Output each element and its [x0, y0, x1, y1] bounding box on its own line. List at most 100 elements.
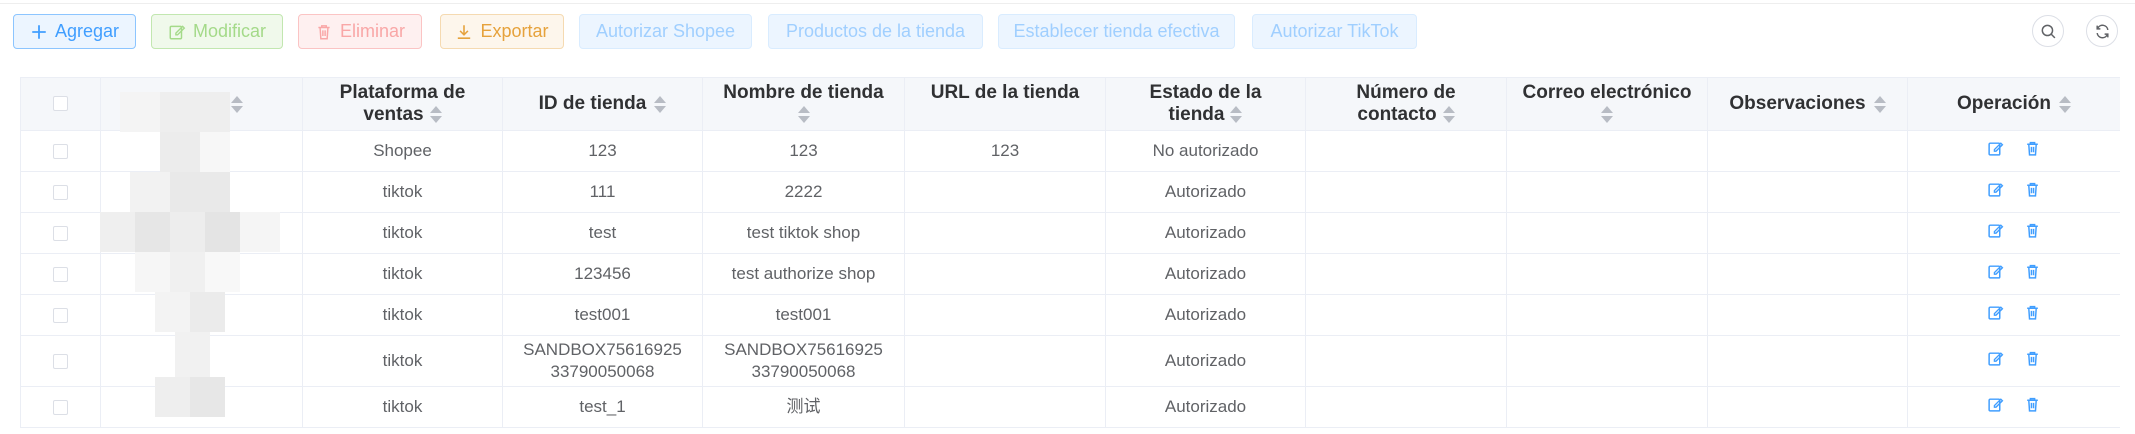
notes-cell: [1707, 253, 1908, 295]
header-client[interactable]: Cliente: [100, 77, 303, 131]
header-store-name[interactable]: Nombre de tienda: [702, 77, 905, 131]
store-status-value: Autorizado: [1164, 182, 1247, 201]
header-operation[interactable]: Operación: [1907, 77, 2120, 131]
modify-button[interactable]: Modificar: [151, 14, 283, 49]
sort-icon[interactable]: [2058, 95, 2071, 113]
header-store-url[interactable]: URL de la tienda: [904, 77, 1106, 131]
refresh-button[interactable]: [2086, 15, 2118, 47]
notes-cell: [1707, 386, 1908, 428]
row-checkbox[interactable]: [53, 226, 68, 242]
client-cell: [100, 171, 303, 213]
table-row[interactable]: tiktok test_1 测试 Autorizado: [20, 386, 2120, 428]
sort-icon[interactable]: [1601, 106, 1613, 124]
set-effective-store-button[interactable]: Establecer tienda efectiva: [998, 14, 1235, 49]
email-cell: [1506, 130, 1708, 172]
store-url-cell: [904, 253, 1106, 295]
table-row[interactable]: tiktok SANDBOX75616925 33790050068 SANDBOX7…: [20, 335, 2120, 387]
trash-icon[interactable]: [2024, 140, 2041, 157]
row-checkbox[interactable]: [53, 308, 68, 324]
header-store-status[interactable]: Estado de la tienda: [1105, 77, 1306, 131]
trash-icon[interactable]: [2024, 304, 2041, 321]
row-delete-button[interactable]: [2024, 396, 2041, 419]
authorize-tiktok-button[interactable]: Autorizar TikTok: [1252, 14, 1417, 49]
sort-icon[interactable]: [1873, 95, 1886, 113]
header-client-label: Cliente: [159, 93, 224, 114]
edit-icon[interactable]: [1987, 140, 2004, 157]
row-delete-button[interactable]: [2024, 350, 2041, 373]
sort-icon[interactable]: [797, 106, 810, 124]
contact-cell: [1305, 253, 1507, 295]
add-button-label: Agregar: [54, 21, 120, 41]
row-delete-button[interactable]: [2024, 222, 2041, 245]
row-edit-button[interactable]: [1987, 350, 2004, 373]
header-store-id[interactable]: ID de tienda: [502, 77, 703, 131]
sort-icon[interactable]: [1442, 106, 1455, 124]
edit-icon[interactable]: [1987, 222, 2004, 239]
notes-cell: [1707, 171, 1908, 213]
header-store-url-label: URL de la tienda: [930, 82, 1080, 103]
table-row[interactable]: tiktok test test tiktok shop Autorizado: [20, 212, 2120, 254]
operation-cell: [1907, 294, 2120, 336]
header-email[interactable]: Correo electrónico: [1506, 77, 1708, 131]
platform-cell: tiktok: [302, 212, 503, 254]
contact-cell: [1305, 171, 1507, 213]
store-url-cell: [904, 212, 1106, 254]
search-button[interactable]: [2032, 15, 2064, 47]
export-button[interactable]: Exportar: [440, 14, 564, 49]
row-delete-button[interactable]: [2024, 140, 2041, 163]
edit-icon[interactable]: [1987, 263, 2004, 280]
email-cell: [1506, 335, 1708, 387]
sort-icon[interactable]: [429, 106, 442, 124]
store-products-label: Productos de la tienda: [785, 21, 966, 41]
header-notes-label: Observaciones: [1729, 93, 1866, 114]
trash-icon[interactable]: [2024, 181, 2041, 198]
store-name-value: test tiktok shop: [746, 223, 861, 242]
header-notes[interactable]: Observaciones: [1707, 77, 1908, 131]
sort-icon[interactable]: [231, 95, 244, 113]
row-edit-button[interactable]: [1987, 140, 2004, 163]
add-button[interactable]: Agregar: [13, 14, 136, 49]
header-contact[interactable]: Número de contacto: [1305, 77, 1507, 131]
delete-button[interactable]: Eliminar: [298, 14, 422, 49]
trash-icon[interactable]: [2024, 350, 2041, 367]
table-row[interactable]: tiktok test001 test001 Autorizado: [20, 294, 2120, 336]
table-row[interactable]: tiktok 111 2222 Autorizado: [20, 171, 2120, 213]
row-delete-button[interactable]: [2024, 304, 2041, 327]
edit-icon[interactable]: [1987, 350, 2004, 367]
trash-icon[interactable]: [2024, 396, 2041, 413]
row-delete-button[interactable]: [2024, 181, 2041, 204]
row-checkbox[interactable]: [53, 354, 68, 370]
trash-icon[interactable]: [2024, 222, 2041, 239]
row-select-cell: [20, 171, 101, 213]
edit-icon[interactable]: [1987, 181, 2004, 198]
table-row[interactable]: Shopee 123 123 123 No autorizado: [20, 130, 2120, 172]
email-cell: [1506, 386, 1708, 428]
row-edit-button[interactable]: [1987, 396, 2004, 419]
trash-icon[interactable]: [2024, 263, 2041, 280]
row-edit-button[interactable]: [1987, 181, 2004, 204]
row-checkbox[interactable]: [53, 267, 68, 283]
row-edit-button[interactable]: [1987, 304, 2004, 327]
store-id-line1: SANDBOX75616925: [523, 340, 682, 359]
row-checkbox[interactable]: [53, 144, 68, 160]
row-edit-button[interactable]: [1987, 222, 2004, 245]
store-url-cell: 123: [904, 130, 1106, 172]
store-products-button[interactable]: Productos de la tienda: [768, 14, 983, 49]
authorize-shopee-button[interactable]: Autorizar Shopee: [579, 14, 752, 49]
store-name-cell: 测试: [702, 386, 905, 428]
row-edit-button[interactable]: [1987, 263, 2004, 286]
store-id-cell: 111: [502, 171, 703, 213]
sort-icon[interactable]: [1230, 106, 1243, 124]
table-row[interactable]: tiktok 123456 test authorize shop Autorizad…: [20, 253, 2120, 295]
row-checkbox[interactable]: [53, 185, 68, 201]
header-platform[interactable]: Plataforma de ventas: [302, 77, 503, 131]
store-id-cell: SANDBOX75616925 33790050068: [502, 335, 703, 387]
sort-icon[interactable]: [654, 95, 667, 113]
platform-cell: tiktok: [302, 386, 503, 428]
platform-cell: tiktok: [302, 294, 503, 336]
edit-icon[interactable]: [1987, 396, 2004, 413]
edit-icon[interactable]: [1987, 304, 2004, 321]
row-checkbox[interactable]: [53, 400, 68, 416]
row-delete-button[interactable]: [2024, 263, 2041, 286]
select-all-checkbox[interactable]: [53, 96, 68, 112]
